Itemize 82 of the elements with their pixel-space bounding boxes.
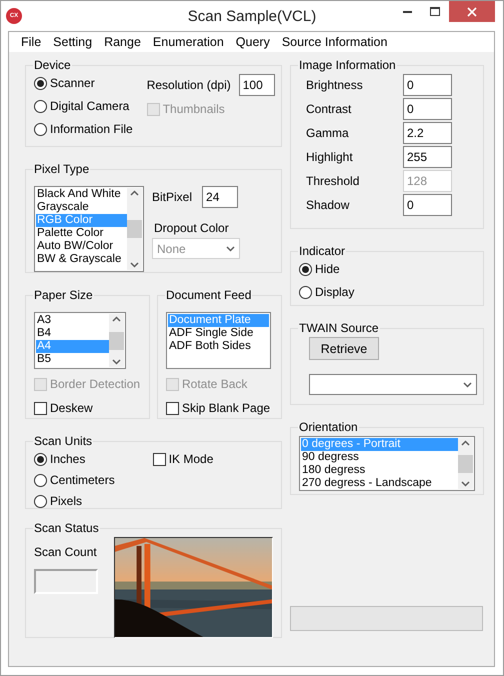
- list-box[interactable]: 0 degrees - Portrait 90 degress 180 degress 270 degress - Landscape: [299, 436, 475, 491]
- field-label: Contrast: [306, 102, 352, 116]
- menu-item[interactable]: Enumeration: [146, 35, 230, 49]
- group-title: Orientation: [298, 420, 359, 434]
- radio-button[interactable]: Hide: [299, 260, 475, 278]
- maximize-icon: [430, 7, 440, 16]
- group-title: Indicator: [298, 244, 346, 258]
- scroll-down-icon[interactable]: [112, 359, 121, 365]
- group-title: Document Feed: [165, 288, 252, 302]
- field-label: Threshold: [306, 174, 360, 188]
- checkbox[interactable]: IK Mode: [152, 450, 214, 468]
- scrollbar[interactable]: [127, 188, 142, 270]
- list-item[interactable]: B5: [36, 353, 109, 366]
- input-field[interactable]: 100: [238, 74, 275, 96]
- field-label: Shadow: [306, 198, 350, 212]
- checkbox[interactable]: Deskew: [34, 399, 141, 417]
- list-item[interactable]: 270 degress - Landscape: [301, 477, 458, 490]
- list-item[interactable]: A3: [36, 314, 109, 327]
- group-title: TWAIN Source: [298, 321, 380, 335]
- scrollbar[interactable]: [109, 314, 124, 367]
- input-field[interactable]: 255: [403, 146, 452, 168]
- scrollbar[interactable]: [458, 438, 473, 489]
- menu-item[interactable]: Setting: [47, 35, 98, 49]
- count-field: [34, 569, 98, 594]
- scroll-up-icon[interactable]: [461, 440, 470, 446]
- list-box[interactable]: Document Plate ADF Single Side ADF Both Sides: [166, 312, 271, 369]
- input-field[interactable]: 2.2: [403, 122, 452, 144]
- menu-item[interactable]: Range: [98, 35, 147, 49]
- scrollbar-thumb[interactable]: [458, 454, 473, 472]
- field-label: Scan Count: [34, 545, 98, 559]
- menu-item[interactable]: File: [15, 35, 48, 49]
- scroll-up-icon[interactable]: [112, 316, 121, 322]
- radio-button[interactable]: Scanner: [34, 74, 133, 92]
- list-box[interactable]: Black And White Grayscale RGB Color Palette Color Auto BW/Color BW & Grayscale: [34, 186, 144, 272]
- radio-button[interactable]: Pixels: [34, 492, 115, 510]
- scroll-up-icon[interactable]: [130, 190, 139, 196]
- list-item[interactable]: Grayscale: [36, 201, 127, 214]
- list-item[interactable]: ADF Both Sides: [168, 340, 269, 353]
- group-title: Image Information: [298, 58, 397, 72]
- dropdown[interactable]: [309, 374, 477, 395]
- field-label: Dropout Color: [154, 221, 230, 235]
- list-item[interactable]: 180 degress: [301, 464, 458, 477]
- list-item[interactable]: 90 degress: [301, 451, 458, 464]
- radio-button[interactable]: Inches: [34, 450, 115, 468]
- list-item[interactable]: B4: [36, 327, 109, 340]
- scroll-down-icon[interactable]: [461, 481, 470, 487]
- scrollbar-thumb[interactable]: [109, 332, 124, 350]
- dropdown-caret-icon[interactable]: [463, 382, 472, 388]
- minimize-icon: [402, 10, 412, 12]
- scrollbar-thumb[interactable]: [127, 220, 142, 238]
- input-field[interactable]: 24: [202, 186, 238, 208]
- radio-button[interactable]: Information File: [34, 120, 133, 138]
- input-field[interactable]: 0: [403, 74, 452, 96]
- group-title: Device: [33, 58, 72, 72]
- input-field[interactable]: 0: [403, 98, 452, 120]
- menu-item[interactable]: Source Information: [276, 35, 394, 49]
- group-title: Scan Units: [33, 434, 94, 448]
- group-title: Pixel Type: [33, 162, 90, 176]
- input-field[interactable]: 0: [403, 194, 452, 216]
- scroll-down-icon[interactable]: [130, 262, 139, 268]
- radio-button[interactable]: Digital Camera: [34, 97, 133, 115]
- close-button[interactable]: [449, 1, 495, 22]
- field-label: Gamma: [306, 126, 349, 140]
- close-icon: [467, 6, 477, 16]
- retrieve-button[interactable]: Retrieve: [309, 337, 379, 360]
- list-box[interactable]: A3 B4 A4 B5: [34, 312, 126, 369]
- field-label: BitPixel: [152, 190, 192, 204]
- list-item[interactable]: ADF Single Side: [168, 327, 269, 340]
- menu-item[interactable]: Query: [230, 35, 276, 49]
- list-item[interactable]: Auto BW/Color: [36, 240, 127, 253]
- checkbox[interactable]: Skip Blank Page: [166, 399, 273, 417]
- radio-button[interactable]: Centimeters: [34, 471, 115, 489]
- list-item[interactable]: BW & Grayscale: [36, 253, 127, 266]
- list-item[interactable]: Palette Color: [36, 227, 127, 240]
- window-title: Scan Sample(VCL): [188, 8, 316, 24]
- list-item[interactable]: Black And White: [36, 188, 127, 201]
- radio-button[interactable]: Display: [299, 283, 475, 301]
- field-label: Highlight: [306, 150, 353, 164]
- field-label: Brightness: [306, 78, 363, 92]
- group-title: Scan Status: [33, 521, 100, 535]
- field-label: Resolution (dpi): [146, 78, 231, 92]
- group-title: Paper Size: [33, 288, 94, 302]
